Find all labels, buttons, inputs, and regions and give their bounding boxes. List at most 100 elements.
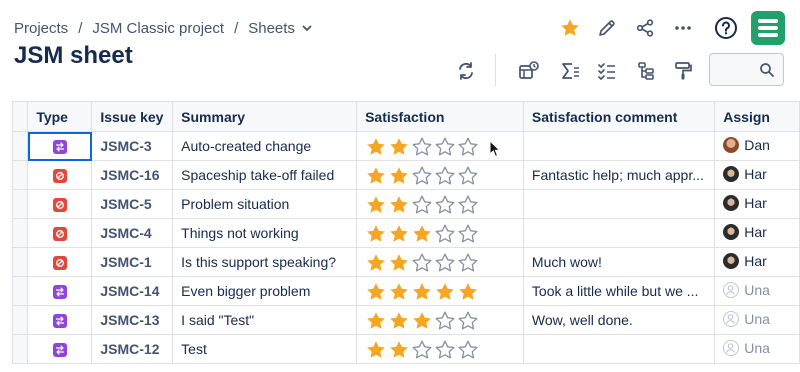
star-empty-icon[interactable]: [457, 339, 479, 359]
satisfaction-cell[interactable]: [356, 247, 524, 277]
star-filled-icon[interactable]: [388, 194, 410, 214]
column-header-summary[interactable]: Summary: [172, 101, 358, 132]
star-empty-icon[interactable]: [434, 194, 456, 214]
satisfaction-cell[interactable]: [356, 218, 524, 248]
row-number-cell[interactable]: [11, 131, 29, 161]
star-empty-icon[interactable]: [411, 339, 433, 359]
row-number-cell[interactable]: [11, 276, 29, 306]
edit-pencil-icon[interactable]: [593, 14, 621, 42]
row-number-cell[interactable]: [11, 189, 29, 219]
table-row[interactable]: JSMC-5 Problem situation Har: [11, 189, 800, 219]
star-filled-icon[interactable]: [388, 281, 410, 301]
star-rating[interactable]: [365, 281, 479, 301]
star-filled-icon[interactable]: [411, 310, 433, 330]
assignee-cell[interactable]: Dan: [714, 131, 800, 161]
star-empty-icon[interactable]: [457, 310, 479, 330]
star-rating[interactable]: [365, 165, 479, 185]
column-header-satisfaction[interactable]: Satisfaction: [356, 101, 524, 132]
star-filled-icon[interactable]: [365, 223, 387, 243]
summary-cell[interactable]: Even bigger problem: [172, 276, 358, 306]
type-cell[interactable]: [27, 305, 93, 335]
satisfaction-comment-cell[interactable]: [522, 218, 716, 248]
type-cell[interactable]: [27, 276, 93, 306]
satisfaction-comment-cell[interactable]: Fantastic help; much appr...: [522, 160, 716, 190]
star-empty-icon[interactable]: [457, 136, 479, 156]
breadcrumb-projects[interactable]: Projects: [14, 20, 68, 37]
summary-cell[interactable]: Test: [172, 334, 358, 364]
star-empty-icon[interactable]: [434, 223, 456, 243]
star-filled-icon[interactable]: [365, 310, 387, 330]
assignee-cell[interactable]: Har: [714, 218, 800, 248]
summary-cell[interactable]: I said "Test": [172, 305, 358, 335]
type-cell[interactable]: [27, 218, 93, 248]
star-filled-icon[interactable]: [365, 252, 387, 272]
type-cell[interactable]: [27, 131, 93, 161]
star-filled-icon[interactable]: [411, 281, 433, 301]
issue-key-cell[interactable]: JSMC-14: [91, 276, 174, 306]
format-painter-icon[interactable]: [669, 57, 697, 85]
share-icon[interactable]: [631, 14, 659, 42]
column-header-issue-key[interactable]: Issue key: [91, 101, 174, 132]
column-header-assignee[interactable]: Assign: [714, 101, 800, 132]
sum-icon[interactable]: [556, 57, 584, 85]
star-rating[interactable]: [365, 252, 479, 272]
assignee-cell[interactable]: Har: [714, 160, 800, 190]
summary-cell[interactable]: Spaceship take-off failed: [172, 160, 358, 190]
issue-key-cell[interactable]: JSMC-3: [91, 131, 174, 161]
star-filled-icon[interactable]: [388, 223, 410, 243]
issue-key-cell[interactable]: JSMC-1: [91, 247, 174, 277]
star-filled-icon[interactable]: [365, 339, 387, 359]
star-filled-icon[interactable]: [365, 194, 387, 214]
issue-key-cell[interactable]: JSMC-12: [91, 334, 174, 364]
assignee-cell[interactable]: Una: [714, 305, 800, 335]
breadcrumb-sheets[interactable]: Sheets: [248, 20, 295, 37]
star-filled-icon[interactable]: [388, 339, 410, 359]
star-rating[interactable]: [365, 310, 479, 330]
table-row[interactable]: JSMC-13 I said "Test" Wow, well done. Una: [11, 305, 800, 335]
assignee-cell[interactable]: Una: [714, 334, 800, 364]
table-row[interactable]: JSMC-1 Is this support speaking? Much wow!…: [11, 247, 800, 277]
row-number-cell[interactable]: [11, 334, 29, 364]
star-empty-icon[interactable]: [434, 252, 456, 272]
star-filled-icon[interactable]: [365, 165, 387, 185]
satisfaction-cell[interactable]: [356, 334, 524, 364]
issue-key-cell[interactable]: JSMC-5: [91, 189, 174, 219]
row-number-cell[interactable]: [11, 218, 29, 248]
satisfaction-comment-cell[interactable]: [522, 131, 716, 161]
row-number-cell[interactable]: [11, 247, 29, 277]
column-header-satisfaction-comment[interactable]: Satisfaction comment: [522, 101, 716, 132]
search-icon[interactable]: [759, 62, 775, 78]
help-icon[interactable]: [712, 14, 740, 42]
summary-cell[interactable]: Is this support speaking?: [172, 247, 358, 277]
star-filled-icon[interactable]: [434, 281, 456, 301]
satisfaction-cell[interactable]: [356, 160, 524, 190]
satisfaction-comment-cell[interactable]: Much wow!: [522, 247, 716, 277]
satisfaction-cell[interactable]: [356, 305, 524, 335]
star-filled-icon[interactable]: [388, 310, 410, 330]
table-row[interactable]: JSMC-12 Test Una: [11, 334, 800, 364]
summary-cell[interactable]: Things not working: [172, 218, 358, 248]
type-cell[interactable]: [27, 160, 93, 190]
star-empty-icon[interactable]: [411, 194, 433, 214]
star-empty-icon[interactable]: [434, 136, 456, 156]
star-empty-icon[interactable]: [434, 165, 456, 185]
star-filled-icon[interactable]: [365, 136, 387, 156]
star-empty-icon[interactable]: [434, 339, 456, 359]
table-row[interactable]: JSMC-14 Even bigger problem Took a little …: [11, 276, 800, 306]
satisfaction-cell[interactable]: [356, 189, 524, 219]
star-empty-icon[interactable]: [411, 165, 433, 185]
refresh-icon[interactable]: [452, 57, 480, 85]
star-empty-icon[interactable]: [457, 165, 479, 185]
satisfaction-comment-cell[interactable]: Took a little while but we ...: [522, 276, 716, 306]
star-empty-icon[interactable]: [457, 223, 479, 243]
star-filled-icon[interactable]: [388, 165, 410, 185]
star-filled-icon[interactable]: [388, 252, 410, 272]
star-filled-icon[interactable]: [365, 281, 387, 301]
type-cell[interactable]: [27, 189, 93, 219]
star-empty-icon[interactable]: [434, 310, 456, 330]
star-empty-icon[interactable]: [411, 252, 433, 272]
app-logo[interactable]: [751, 11, 785, 45]
issue-key-cell[interactable]: JSMC-4: [91, 218, 174, 248]
satisfaction-comment-cell[interactable]: [522, 334, 716, 364]
summary-cell[interactable]: Problem situation: [172, 189, 358, 219]
